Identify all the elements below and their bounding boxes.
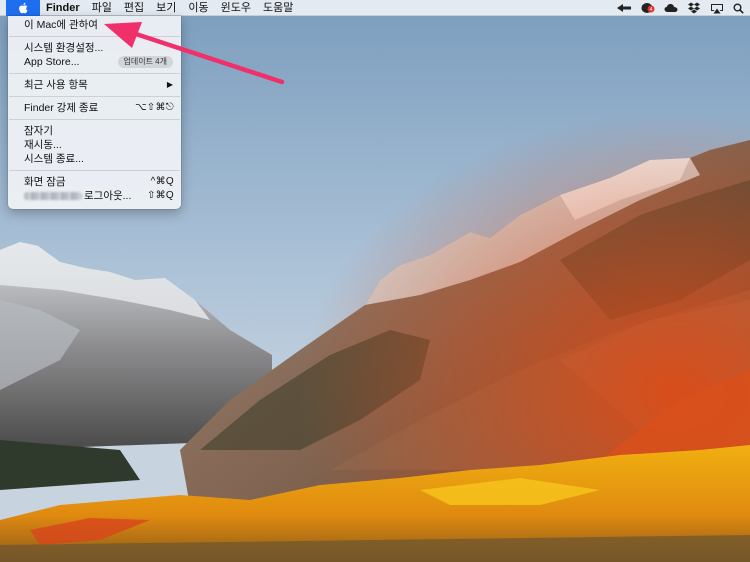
menu-edit[interactable]: 편집 bbox=[118, 0, 150, 16]
log-out-shortcut: ⇧⌘Q bbox=[146, 190, 174, 201]
about-label: 이 Mac에 관하여 bbox=[24, 19, 98, 31]
apple-icon bbox=[19, 2, 28, 13]
menu-finder[interactable]: Finder bbox=[40, 0, 86, 16]
menu-item-lock-screen[interactable]: 화면 잠금 ^⌘Q bbox=[8, 175, 181, 189]
menu-window[interactable]: 윈도우 bbox=[215, 0, 257, 16]
menu-separator bbox=[9, 119, 180, 120]
menu-file[interactable]: 파일 bbox=[86, 0, 118, 16]
updates-badge: 업데이트 4개 bbox=[117, 56, 173, 68]
spotlight-icon[interactable] bbox=[733, 3, 744, 14]
dropbox-icon[interactable] bbox=[687, 2, 701, 14]
submenu-arrow-icon: ▶ bbox=[166, 80, 173, 89]
app-store-label: App Store... bbox=[24, 56, 80, 68]
apple-dropdown-menu: 이 Mac에 관하여 시스템 환경설정... App Store... 업데이트… bbox=[8, 16, 181, 209]
menu-item-restart[interactable]: 재시동... bbox=[8, 138, 181, 152]
svg-text:4: 4 bbox=[650, 7, 653, 13]
system-preferences-label: 시스템 환경설정... bbox=[24, 42, 104, 54]
menu-item-shut-down[interactable]: 시스템 종료... bbox=[8, 152, 181, 166]
blurred-username bbox=[24, 192, 82, 200]
menu-item-about-this-mac[interactable]: 이 Mac에 관하여 bbox=[8, 18, 181, 32]
menu-item-log-out[interactable]: 로그아웃... ⇧⌘Q bbox=[8, 189, 181, 203]
menu-view[interactable]: 보기 bbox=[150, 0, 182, 16]
menu-separator bbox=[9, 96, 180, 97]
restart-label: 재시동... bbox=[24, 139, 62, 151]
shut-down-label: 시스템 종료... bbox=[24, 153, 84, 165]
cloud-icon[interactable] bbox=[664, 3, 678, 13]
log-out-label: 로그아웃... bbox=[84, 190, 132, 202]
notification-badge-icon[interactable]: 4 bbox=[641, 2, 655, 14]
menu-separator bbox=[9, 73, 180, 74]
lock-screen-shortcut: ^⌘Q bbox=[150, 176, 174, 187]
menu-item-system-preferences[interactable]: 시스템 환경설정... bbox=[8, 41, 181, 55]
back-arrow-icon[interactable] bbox=[616, 3, 632, 13]
apple-menu-button[interactable] bbox=[6, 0, 40, 16]
recent-items-label: 최근 사용 항목 bbox=[24, 79, 88, 91]
airplay-icon[interactable] bbox=[710, 3, 724, 14]
lock-screen-label: 화면 잠금 bbox=[24, 176, 66, 188]
menu-item-app-store[interactable]: App Store... 업데이트 4개 bbox=[8, 55, 181, 69]
force-quit-shortcut: ⌥⇧⌘⎋ bbox=[134, 102, 174, 113]
menu-item-force-quit[interactable]: Finder 강제 종료 ⌥⇧⌘⎋ bbox=[8, 101, 181, 115]
menu-separator bbox=[9, 36, 180, 37]
menu-bar: Finder 파일 편집 보기 이동 윈도우 도움말 4 bbox=[0, 0, 750, 16]
menu-go[interactable]: 이동 bbox=[182, 0, 214, 16]
menu-item-sleep[interactable]: 잠자기 bbox=[8, 124, 181, 138]
sleep-label: 잠자기 bbox=[24, 125, 53, 137]
menu-separator bbox=[9, 170, 180, 171]
menu-help[interactable]: 도움말 bbox=[257, 0, 299, 16]
menu-item-recent-items[interactable]: 최근 사용 항목 ▶ bbox=[8, 78, 181, 92]
force-quit-label: Finder 강제 종료 bbox=[24, 102, 99, 114]
